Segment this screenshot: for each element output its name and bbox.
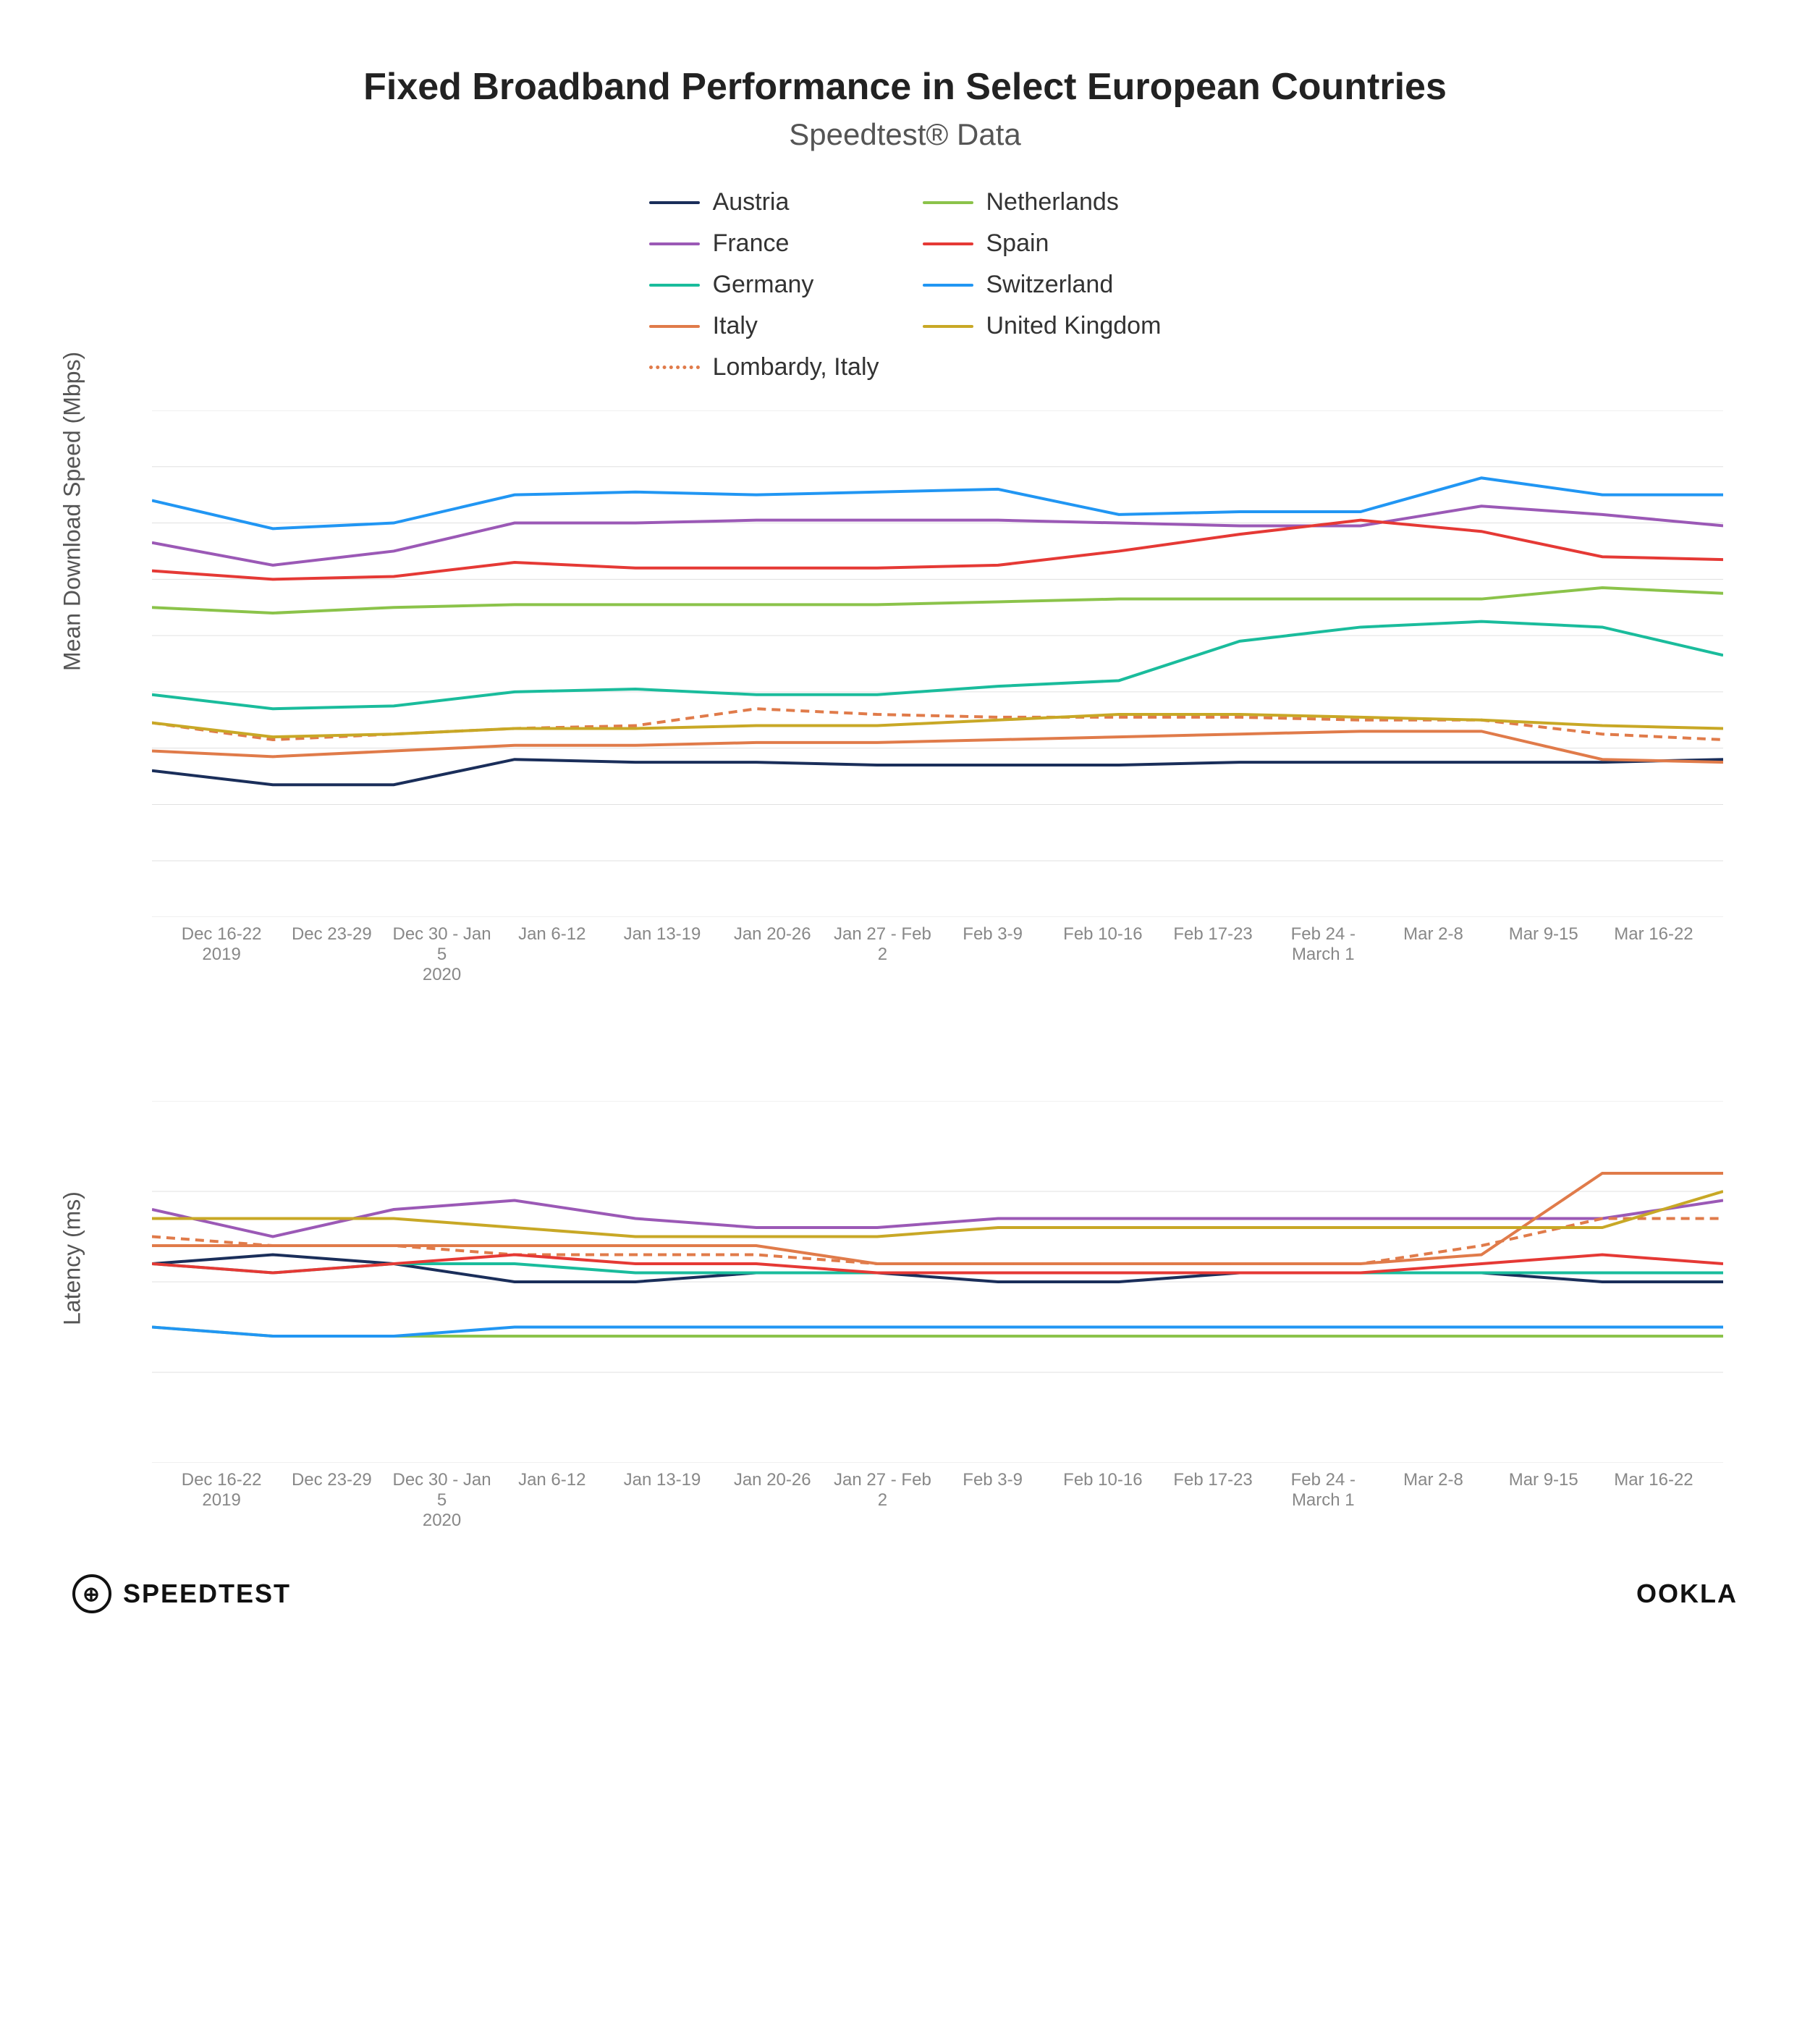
x-axis-label: Jan 13-19 (607, 924, 717, 985)
x-axis-label: Mar 9-15 (1489, 924, 1599, 985)
x-axis-label: Jan 20-26 (717, 1470, 827, 1531)
x-axis-label: Dec 30 - Jan 5 2020 (386, 1470, 496, 1531)
series-Germany (152, 622, 1723, 709)
series-Lombardy (152, 1219, 1723, 1264)
x-axis-label: Mar 9-15 (1489, 1470, 1599, 1531)
series-Austria (152, 759, 1723, 785)
legend-item: Austria (649, 188, 879, 216)
series-France (152, 506, 1723, 565)
x-axis-label: Feb 24 - March 1 (1268, 1470, 1378, 1531)
x-axis-label: Feb 17-23 (1158, 924, 1268, 985)
ookla-logo: OOKLA (1636, 1579, 1738, 1609)
speedtest-label: SPEEDTEST (123, 1579, 291, 1609)
x-axis-label: Feb 10-16 (1048, 1470, 1158, 1531)
x-axis-label: Dec 16-22 2019 (166, 1470, 276, 1531)
speedtest-logo: ⊕ SPEEDTEST (72, 1574, 291, 1613)
legend-item: Germany (649, 271, 879, 299)
legend-item: Spain (923, 229, 1162, 258)
latency-y-axis-label: Latency (ms) (59, 1191, 85, 1325)
series-Spain (152, 520, 1723, 580)
x-axis-label: Dec 16-22 2019 (166, 924, 276, 985)
series-Netherlands (152, 588, 1723, 613)
x-axis-label: Jan 27 - Feb 2 (827, 924, 937, 985)
x-axis-label: Feb 3-9 (938, 924, 1048, 985)
legend-item: Netherlands (923, 188, 1162, 216)
page-title: Fixed Broadband Performance in Select Eu… (58, 65, 1752, 109)
series-Italy (152, 731, 1723, 762)
x-axis-label: Mar 2-8 (1378, 924, 1488, 985)
x-axis-label: Jan 20-26 (717, 924, 827, 985)
x-axis-label: Feb 24 - March 1 (1268, 924, 1378, 985)
speedtest-icon: ⊕ (72, 1574, 111, 1613)
legend-item: Italy (649, 312, 879, 340)
series-UnitedKingdom (152, 1191, 1723, 1237)
x-axis-label: Jan 6-12 (497, 1470, 607, 1531)
x-axis-label: Jan 13-19 (607, 1470, 717, 1531)
legend: Austria France Germany Italy Lombardy, Italy… (58, 188, 1752, 381)
x-axis-label: Feb 17-23 (1158, 1470, 1268, 1531)
x-axis-label: Dec 23-29 (276, 924, 386, 985)
footer: ⊕ SPEEDTEST OOKLA (58, 1574, 1752, 1613)
x-axis-label: Mar 2-8 (1378, 1470, 1488, 1531)
legend-item: Switzerland (923, 271, 1162, 299)
legend-item: France (649, 229, 879, 258)
x-axis-label: Mar 16-22 (1599, 1470, 1709, 1531)
x-axis-label: Dec 30 - Jan 5 2020 (386, 924, 496, 985)
x-axis-label: Mar 16-22 (1599, 924, 1709, 985)
x-axis-label: Dec 23-29 (276, 1470, 386, 1531)
legend-item: United Kingdom (923, 312, 1162, 340)
x-axis-label: Feb 10-16 (1048, 924, 1158, 985)
page-subtitle: Speedtest® Data (58, 117, 1752, 152)
legend-item: Lombardy, Italy (649, 353, 879, 381)
x-axis-label: Jan 27 - Feb 2 (827, 1470, 937, 1531)
download-y-axis-label: Mean Download Speed (Mbps) (59, 352, 85, 671)
x-axis-label: Feb 3-9 (938, 1470, 1048, 1531)
series-Austria (152, 1255, 1723, 1283)
x-axis-label: Jan 6-12 (497, 924, 607, 985)
